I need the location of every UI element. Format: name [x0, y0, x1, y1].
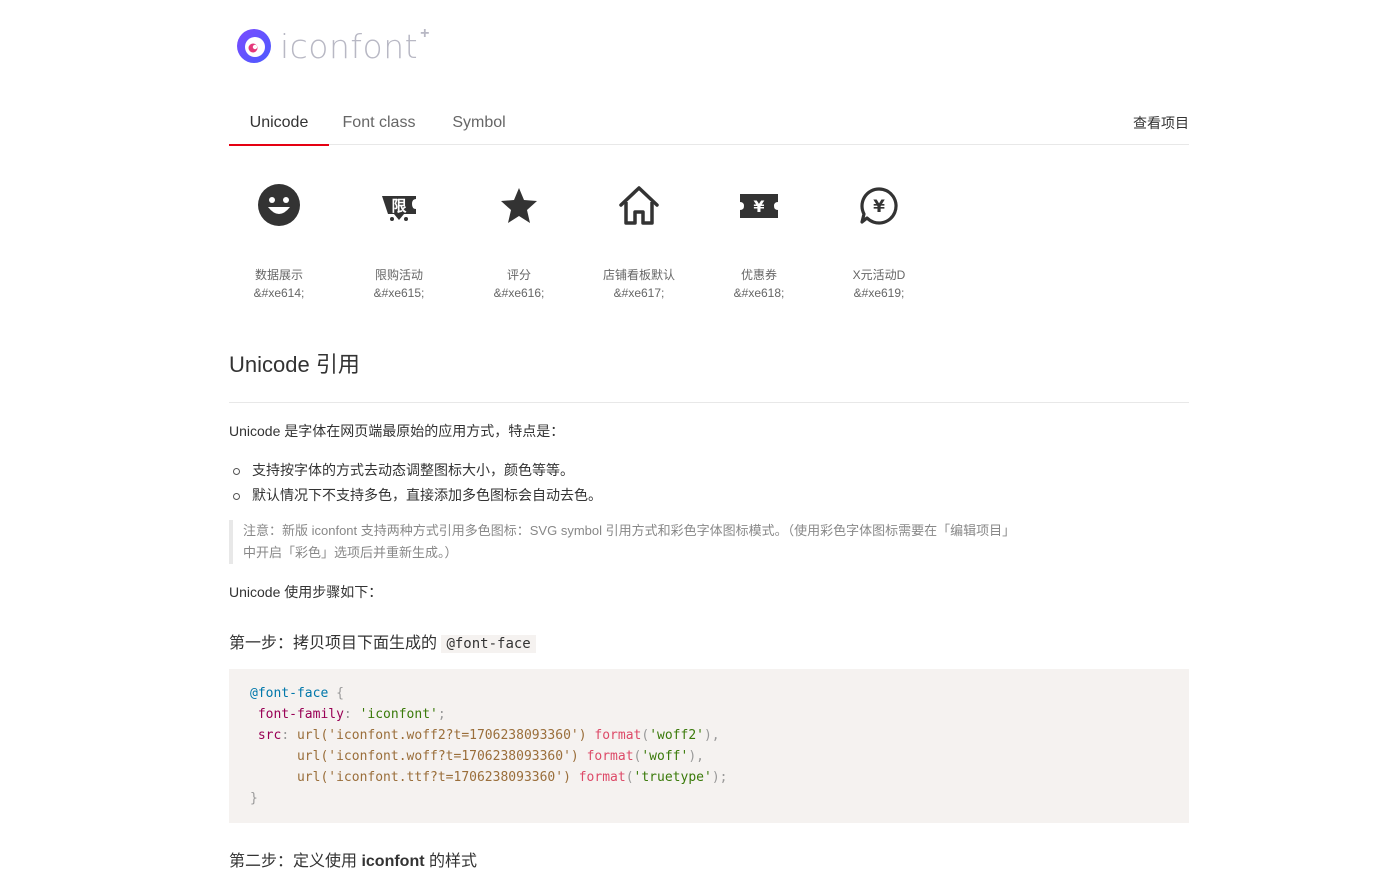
home-icon — [619, 186, 659, 225]
icon-item[interactable]: ¥ X元活动D &#xe619; — [829, 170, 929, 310]
code-brace: } — [250, 791, 258, 806]
note-blockquote: 注意：新版 iconfont 支持两种方式引用多色图标：SVG symbol 引… — [229, 520, 1016, 564]
list-item: 默认情况下不支持多色，直接添加多色图标会自动去色。 — [229, 483, 602, 508]
icon-code: &#xe617; — [613, 286, 665, 300]
list-item: 支持按字体的方式去动态调整图标大小，颜色等等。 — [229, 458, 602, 483]
inline-code: @font-face — [441, 635, 536, 653]
step-two-text: 第二步：定义使用 — [229, 853, 362, 870]
section-title: Unicode 引用 — [229, 352, 360, 377]
icon-name: 评分 — [506, 268, 531, 282]
icon-item[interactable]: 数据展示 &#xe614; — [229, 170, 329, 310]
divider — [229, 402, 1189, 403]
step-two-tail: 的样式 — [424, 853, 477, 870]
svg-text:¥: ¥ — [753, 197, 764, 216]
step-two-bold: iconfont — [361, 853, 425, 870]
svg-text:¥: ¥ — [873, 197, 885, 217]
code-value: 'woff2' — [649, 728, 704, 743]
code-value: 'woff' — [641, 749, 689, 764]
code-selector: @font-face — [250, 686, 329, 701]
icon-item[interactable]: 限 限购活动 &#xe615; — [349, 170, 449, 310]
icon-code: &#xe616; — [493, 286, 545, 300]
tab-bar: Unicode Font class Symbol 查看项目 — [229, 102, 1189, 146]
code-function: format — [594, 728, 642, 743]
view-project-link[interactable]: 查看项目 — [1133, 102, 1189, 144]
icon-item[interactable]: ¥ 优惠券 &#xe618; — [709, 170, 809, 310]
icon-name: X元活动D — [852, 268, 906, 282]
smiley-face-icon — [258, 184, 300, 226]
note-line: 中开启「彩色」选项后并重新生成。） — [243, 545, 458, 560]
icon-name: 数据展示 — [254, 268, 303, 282]
feature-list: 支持按字体的方式去动态调整图标大小，颜色等等。 默认情况下不支持多色，直接添加多… — [229, 458, 602, 508]
code-value: 'truetype' — [633, 770, 712, 785]
usage-text: Unicode 使用步骤如下： — [229, 584, 383, 600]
yuan-chat-icon: ¥ — [860, 187, 898, 225]
logo-plus: + — [420, 25, 430, 42]
icon-name: 优惠券 — [740, 268, 777, 282]
code-property: src — [257, 728, 282, 743]
icon-item[interactable]: 评分 &#xe616; — [469, 170, 569, 310]
icon-code: &#xe614; — [253, 286, 305, 300]
code-property: font-family — [257, 707, 344, 722]
code-url: url('iconfont.woff?t=1706238093360') — [296, 749, 579, 764]
step-two-heading: 第二步：定义使用 iconfont 的样式 — [229, 851, 477, 873]
step-one-heading: 第一步：拷贝项目下面生成的 @font-face — [229, 633, 536, 655]
icon-name: 店铺看板默认 — [602, 268, 675, 282]
coupon-icon: ¥ — [740, 194, 778, 218]
icon-code: &#xe619; — [853, 286, 905, 300]
code-brace: { — [336, 686, 344, 701]
code-function: format — [578, 770, 626, 785]
tab-unicode[interactable]: Unicode — [229, 102, 329, 146]
code-url: url('iconfont.ttf?t=1706238093360') — [296, 770, 571, 785]
iconfont-logo-icon — [237, 29, 271, 63]
icon-list: 数据展示 &#xe614; 限 限购活动 &#xe615; 评分 &#xe616… — [229, 170, 1189, 310]
limited-purchase-icon: 限 — [382, 196, 416, 221]
icon-code: &#xe618; — [733, 286, 785, 300]
intro-text: Unicode 是字体在网页端最原始的应用方式，特点是： — [229, 423, 565, 439]
svg-text:限: 限 — [391, 197, 406, 215]
step-one-text: 第一步：拷贝项目下面生成的 — [229, 635, 442, 652]
code-url: url('iconfont.woff2?t=1706238093360') — [296, 728, 587, 743]
code-block[interactable]: @font-face { font-family: 'iconfont'; sr… — [229, 669, 1189, 823]
tab-font-class[interactable]: Font class — [329, 102, 429, 145]
code-value: 'iconfont' — [359, 707, 438, 722]
icon-code: &#xe615; — [373, 286, 425, 300]
icon-item[interactable]: 店铺看板默认 &#xe617; — [589, 170, 689, 310]
logo-text: iconfont — [280, 26, 419, 66]
logo[interactable]: iconfont + — [236, 25, 430, 66]
icon-name: 限购活动 — [374, 268, 423, 282]
star-icon — [501, 188, 537, 223]
note-line: 注意：新版 iconfont 支持两种方式引用多色图标：SVG symbol 引… — [243, 523, 1016, 538]
code-function: format — [586, 749, 634, 764]
tab-symbol[interactable]: Symbol — [429, 102, 529, 145]
